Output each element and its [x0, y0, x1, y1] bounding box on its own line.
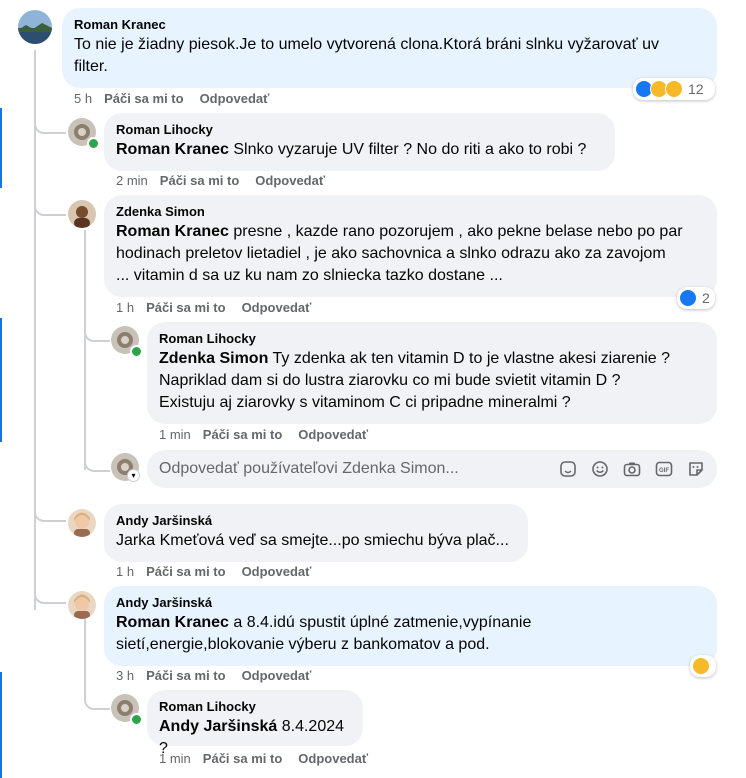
avatar[interactable]: [68, 509, 96, 537]
camera-icon[interactable]: [623, 460, 641, 478]
reply-button[interactable]: Odpovedať: [255, 173, 325, 188]
avatar[interactable]: [18, 10, 52, 44]
mention-link[interactable]: Roman Kranec: [116, 614, 229, 631]
avatar-sticker-icon[interactable]: [559, 460, 577, 478]
comment-actions: 2 min Páči sa mi to Odpovedať: [116, 173, 341, 189]
gif-icon[interactable]: GIF: [655, 460, 673, 478]
online-indicator: [87, 137, 100, 150]
highlight-edge: [0, 672, 2, 778]
comment-text: Jarka Kmeťová veď sa smejte...po smiechu…: [116, 532, 509, 549]
comment-author[interactable]: Roman Kranec: [74, 16, 705, 34]
comment-text: Roman Kranec presne , kazde rano pozoruj…: [116, 223, 683, 284]
comment-author[interactable]: Roman Lihocky: [159, 330, 705, 348]
timestamp[interactable]: 1 min: [159, 427, 191, 442]
like-button[interactable]: Páči sa mi to: [146, 300, 225, 315]
like-button[interactable]: Páči sa mi to: [146, 564, 225, 579]
comment-bubble: Andy Jaršinská Roman Kranec a 8.4.idú sp…: [104, 586, 717, 666]
avatar[interactable]: [68, 591, 96, 619]
timestamp[interactable]: 1 h: [116, 564, 134, 579]
comment-bubble: Roman Lihocky Roman Kranec Slnko vyzaruj…: [104, 113, 615, 171]
thread-connector: [34, 190, 66, 216]
reply-button[interactable]: Odpovedať: [298, 427, 368, 442]
reaction-count: 12: [688, 81, 704, 97]
timestamp[interactable]: 5 h: [74, 91, 92, 106]
thread-connector: [84, 684, 110, 710]
comment-text: To nie je žiadny piesok.Je to umelo vytv…: [74, 36, 659, 75]
composer-tools: GIF: [559, 460, 705, 478]
online-indicator: [130, 713, 143, 726]
thread-connector: [84, 316, 110, 342]
thread-connector: [34, 496, 66, 522]
reply-button[interactable]: Odpovedať: [242, 300, 312, 315]
reaction-summary[interactable]: 2: [677, 287, 715, 309]
mention-link[interactable]: Andy Jaršinská: [159, 718, 277, 735]
reply-placeholder: Odpovedať používateľovi Zdenka Simon...: [159, 460, 459, 477]
reaction-summary[interactable]: 12: [633, 78, 715, 100]
comment-author[interactable]: Roman Lihocky: [159, 698, 351, 716]
timestamp[interactable]: 2 min: [116, 173, 148, 188]
thread-connector: [84, 446, 110, 472]
chevron-down-icon[interactable]: ▾: [128, 470, 139, 481]
comment-text: Roman Kranec a 8.4.idú spustit úplné zat…: [116, 614, 532, 653]
haha-icon: [692, 657, 710, 675]
comment-actions: 5 h Páči sa mi to Odpovedať: [74, 91, 285, 107]
comment-actions: 1 h Páči sa mi to Odpovedať: [116, 300, 327, 316]
reply-button[interactable]: Odpovedať: [200, 91, 270, 106]
like-button[interactable]: Páči sa mi to: [104, 91, 183, 106]
avatar[interactable]: [68, 200, 96, 228]
sticker-icon[interactable]: [687, 460, 705, 478]
comment-actions: 3 h Páči sa mi to Odpovedať: [116, 668, 327, 684]
comment-bubble: Roman Kranec To nie je žiadny piesok.Je …: [62, 8, 717, 88]
timestamp[interactable]: 3 h: [116, 668, 134, 683]
comment-bubble: Andy Jaršinská Jarka Kmeťová veď sa smej…: [104, 504, 528, 562]
mention-link[interactable]: Roman Kranec: [116, 141, 229, 158]
reply-button[interactable]: Odpovedať: [298, 751, 368, 766]
thread-line: [84, 230, 86, 470]
comment-author[interactable]: Zdenka Simon: [116, 203, 705, 221]
like-button[interactable]: Páči sa mi to: [160, 173, 239, 188]
comment-author[interactable]: Andy Jaršinská: [116, 512, 516, 530]
thread-line: [34, 50, 36, 610]
comment-text: Zdenka Simon Ty zdenka ak ten vitamin D …: [159, 350, 671, 411]
like-icon: [679, 289, 697, 307]
comment-text: Roman Kranec Slnko vyzaruje UV filter ? …: [116, 141, 587, 158]
mention-link[interactable]: Zdenka Simon: [159, 350, 268, 367]
emoji-icon[interactable]: [591, 460, 609, 478]
thread-connector: [34, 578, 66, 604]
like-button[interactable]: Páči sa mi to: [203, 751, 282, 766]
highlight-edge: [0, 108, 2, 188]
reaction-count: 2: [702, 290, 710, 306]
comment-bubble: Roman Lihocky Andy Jaršinská 8.4.2024 ?: [147, 690, 363, 757]
comment-bubble: Zdenka Simon Roman Kranec presne , kazde…: [104, 195, 717, 297]
reply-button[interactable]: Odpovedať: [242, 564, 312, 579]
wow-icon: [665, 80, 683, 98]
highlight-edge: [0, 318, 2, 442]
reply-button[interactable]: Odpovedať: [242, 668, 312, 683]
comment-actions: 1 min Páči sa mi to Odpovedať: [159, 427, 384, 443]
comment-bubble: Roman Lihocky Zdenka Simon Ty zdenka ak …: [147, 322, 717, 424]
reaction-summary[interactable]: [690, 655, 716, 677]
comment-actions: 1 h Páči sa mi to Odpovedať: [116, 564, 327, 580]
comment-author[interactable]: Andy Jaršinská: [116, 594, 705, 612]
reply-input[interactable]: Odpovedať používateľovi Zdenka Simon... …: [147, 450, 717, 488]
like-button[interactable]: Páči sa mi to: [146, 668, 225, 683]
timestamp[interactable]: 1 h: [116, 300, 134, 315]
comment-author[interactable]: Roman Lihocky: [116, 121, 603, 139]
like-button[interactable]: Páči sa mi to: [203, 427, 282, 442]
mention-link[interactable]: Roman Kranec: [116, 223, 229, 240]
thread-connector: [34, 108, 66, 134]
thread-line: [84, 614, 86, 684]
online-indicator: [130, 345, 143, 358]
comment-actions: 1 min Páči sa mi to Odpovedať: [159, 751, 384, 767]
svg-text:GIF: GIF: [659, 468, 669, 474]
timestamp[interactable]: 1 min: [159, 751, 191, 766]
